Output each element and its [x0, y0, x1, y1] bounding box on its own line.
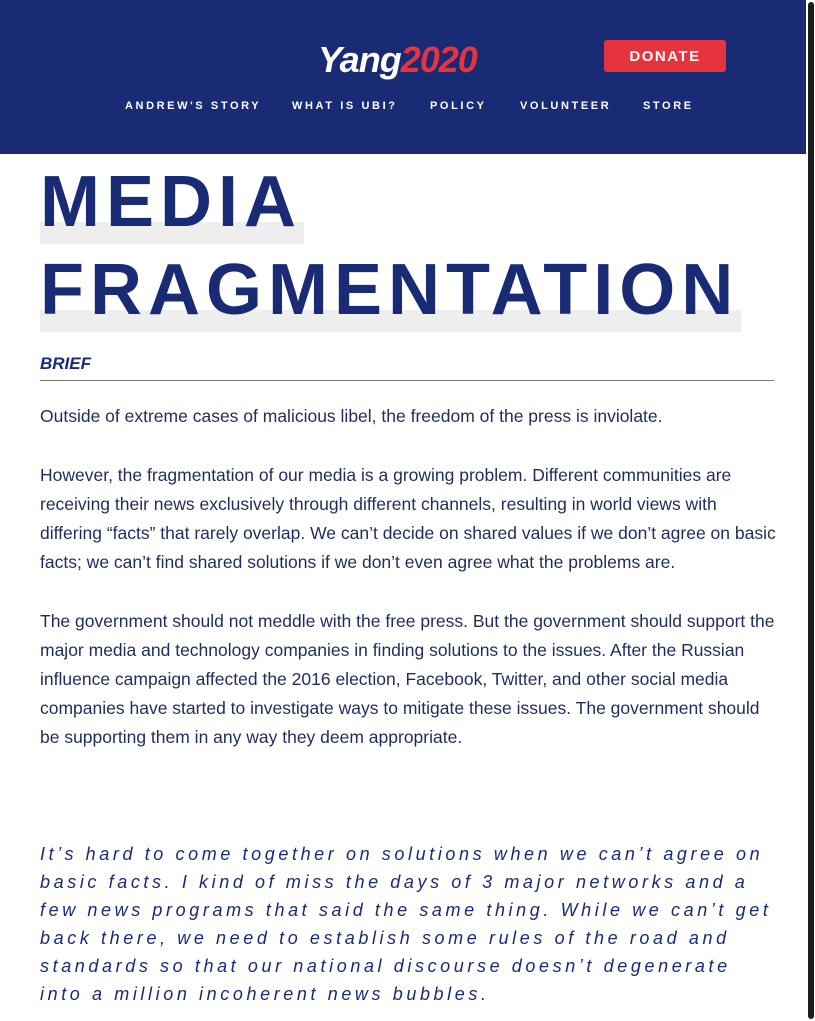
pull-quote: It’s hard to come together on solutions …	[40, 844, 772, 1004]
nav-store[interactable]: STORE	[643, 100, 694, 112]
site-header: Yang 2020 DONATE ANDREW'S STORY WHAT IS …	[0, 0, 815, 154]
nav-policy[interactable]: POLICY	[430, 100, 487, 112]
yang2020-logo[interactable]: Yang 2020	[318, 34, 478, 80]
section-label-brief: BRIEF	[40, 354, 91, 373]
logo-year-text: 2020	[400, 39, 478, 80]
main-nav: ANDREW'S STORY WHAT IS UBI? POLICY VOLUN…	[0, 100, 815, 116]
brief-paragraph-3: The government should not meddle with th…	[40, 611, 775, 747]
logo-brand-text: Yang	[318, 39, 402, 80]
scrollbar-thumb[interactable]	[808, 2, 814, 1019]
page-title-line1: MEDIA	[40, 158, 304, 246]
brief-paragraph-2: However, the fragmentation of our media …	[40, 465, 776, 572]
page-title-line2: FRAGMENTATION	[40, 246, 742, 334]
nav-andrews-story[interactable]: ANDREW'S STORY	[125, 100, 261, 112]
scrollbar[interactable]	[806, 0, 815, 1021]
page-title: MEDIA FRAGMENTATION	[40, 158, 800, 334]
nav-what-is-ubi[interactable]: WHAT IS UBI?	[292, 100, 398, 112]
brief-paragraph-1: Outside of extreme cases of malicious li…	[40, 406, 663, 426]
nav-volunteer[interactable]: VOLUNTEER	[520, 100, 611, 112]
section-divider	[40, 380, 774, 381]
donate-button[interactable]: DONATE	[604, 40, 726, 72]
